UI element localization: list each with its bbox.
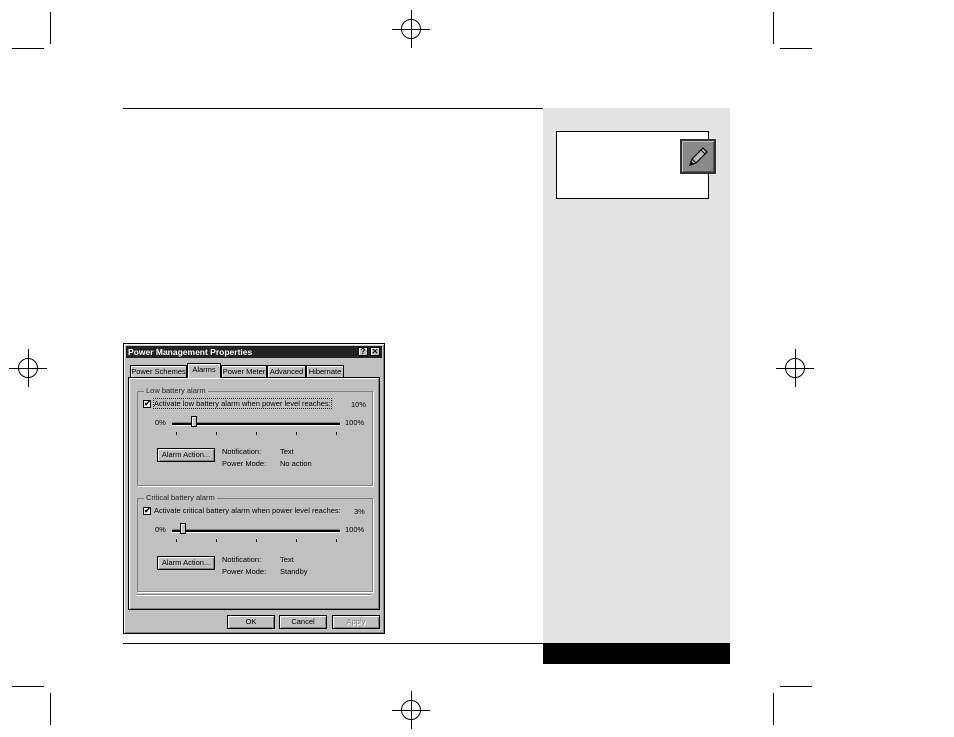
power-mode-label: Power Mode: [222, 567, 267, 576]
slider-tick [256, 539, 257, 542]
slider-tick [336, 539, 337, 542]
power-mode-value: No action [280, 459, 312, 468]
power-management-dialog: Power Management Properties ? ✕ Power Sc… [123, 343, 385, 634]
note-box [556, 131, 716, 199]
crop-mark [773, 12, 774, 44]
power-mode-value: Standby [280, 567, 308, 576]
dialog-title: Power Management Properties [128, 347, 253, 357]
header-rule [123, 108, 543, 109]
tab-alarms[interactable]: Alarms [187, 363, 221, 378]
slider-tick [296, 432, 297, 435]
critical-battery-slider-track [172, 529, 340, 533]
critical-battery-alarm-action-button[interactable]: Alarm Action... [157, 556, 215, 570]
low-battery-group-title: Low battery alarm [144, 386, 208, 395]
tab-power-meter[interactable]: Power Meter [221, 365, 267, 377]
notification-label: Notification: [222, 447, 262, 456]
crop-mark [780, 686, 812, 687]
cancel-button[interactable]: Cancel [279, 615, 327, 629]
panel-divider [137, 594, 371, 596]
close-button[interactable]: ✕ [370, 347, 380, 356]
apply-button[interactable]: Apply [332, 615, 380, 629]
low-battery-checkbox-label[interactable]: Activate low battery alarm when power le… [153, 398, 332, 409]
slider-max-label: 100% [345, 418, 365, 427]
slider-tick [216, 432, 217, 435]
critical-battery-checkbox-label[interactable]: Activate critical battery alarm when pow… [154, 506, 341, 515]
notification-value: Text [280, 447, 294, 456]
slider-max-label: 100% [345, 525, 365, 534]
crop-mark [12, 48, 44, 49]
low-battery-slider-thumb[interactable] [191, 416, 197, 427]
slider-min-label: 0% [155, 418, 166, 427]
critical-battery-value: 3% [354, 507, 365, 516]
crop-mark [12, 686, 44, 687]
footer-rule [123, 643, 543, 644]
alarms-tab-panel: Low battery alarm ✔ Activate low battery… [128, 377, 380, 610]
low-battery-group: Low battery alarm ✔ Activate low battery… [137, 386, 373, 486]
slider-tick [176, 432, 177, 435]
help-button[interactable]: ? [358, 347, 368, 356]
low-battery-alarm-action-button[interactable]: Alarm Action... [157, 448, 215, 462]
registration-mark [392, 691, 430, 729]
slider-tick [296, 539, 297, 542]
notification-label: Notification: [222, 555, 262, 564]
notification-value: Text [280, 555, 294, 564]
slider-tick [336, 432, 337, 435]
registration-mark [9, 349, 47, 387]
slider-tick [176, 539, 177, 542]
critical-battery-group-title: Critical battery alarm [144, 493, 217, 502]
critical-battery-checkbox[interactable]: ✔ [143, 507, 151, 515]
registration-mark [776, 349, 814, 387]
registration-mark [392, 10, 430, 48]
slider-tick [256, 432, 257, 435]
low-battery-value: 10% [351, 400, 367, 409]
tab-power-schemes[interactable]: Power Schemes [130, 365, 187, 377]
crop-mark [773, 693, 774, 725]
ok-button[interactable]: OK [227, 615, 275, 629]
critical-battery-group: Critical battery alarm ✔ Activate critic… [137, 493, 373, 592]
tab-hibernate[interactable]: Hibernate [306, 365, 344, 377]
slider-min-label: 0% [155, 525, 166, 534]
sidebar-footer-bar [543, 643, 730, 664]
crop-mark [50, 12, 51, 44]
crop-mark [50, 693, 51, 725]
power-mode-label: Power Mode: [222, 459, 267, 468]
title-bar[interactable]: Power Management Properties ? ✕ [126, 346, 382, 358]
tab-advanced[interactable]: Advanced [267, 365, 306, 377]
critical-battery-slider-thumb[interactable] [179, 523, 186, 534]
crop-mark [780, 48, 812, 49]
pencil-icon [680, 139, 716, 174]
low-battery-slider-track [172, 422, 340, 426]
low-battery-checkbox[interactable]: ✔ [143, 400, 151, 408]
slider-tick [216, 539, 217, 542]
